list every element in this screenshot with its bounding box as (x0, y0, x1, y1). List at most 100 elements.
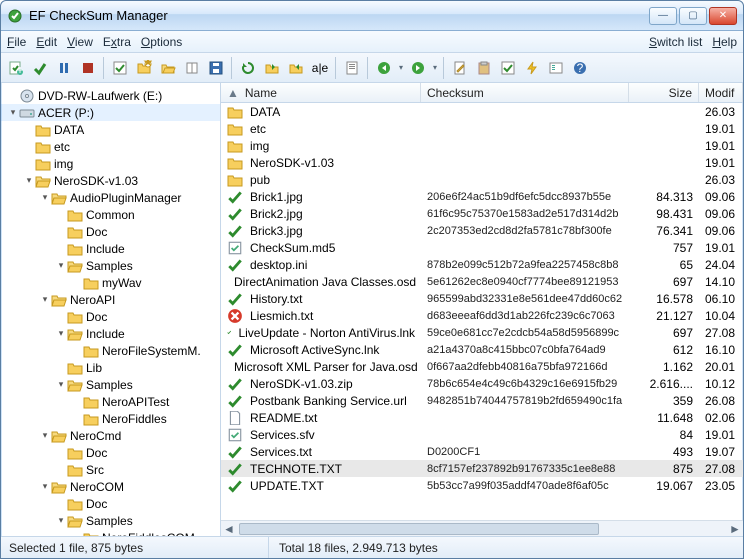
folder-tree[interactable]: DVD-RW-Laufwerk (E:)▾ACER (P:)DATAetcimg… (1, 83, 221, 536)
file-row[interactable]: DATA26.03 (221, 103, 743, 120)
tree-item[interactable]: ▾NeroCmd (1, 427, 220, 444)
tree-item[interactable]: ▾Samples (1, 512, 220, 529)
col-header-name[interactable]: ▲ Name (221, 83, 421, 102)
col-header-checksum[interactable]: Checksum (421, 83, 629, 102)
toolbar-verify-button[interactable] (29, 57, 51, 79)
tree-twisty-icon[interactable]: ▾ (39, 481, 51, 492)
file-row[interactable]: Microsoft ActiveSync.lnka21a4370a8c415bb… (221, 341, 743, 358)
file-row[interactable]: Services.sfv8419.01 (221, 426, 743, 443)
toolbar-new-checksum-button[interactable]: + (5, 57, 27, 79)
toolbar-reload-button[interactable] (237, 57, 259, 79)
file-row[interactable]: NeroSDK-v1.03.zip78b6c654e4c49c6b4329c16… (221, 375, 743, 392)
tree-item[interactable]: ▾NeroSDK-v1.03 (1, 172, 220, 189)
tree-item[interactable]: ▾NeroAPI (1, 291, 220, 308)
toolbar-bolt-button[interactable] (521, 57, 543, 79)
menu-help[interactable]: Help (712, 35, 737, 49)
toolbar-props-button[interactable] (341, 57, 363, 79)
tree-item[interactable]: ▾Samples (1, 257, 220, 274)
tree-twisty-icon[interactable]: ▾ (39, 430, 51, 441)
forward-dd-icon[interactable]: ▾ (431, 57, 439, 79)
tree-item[interactable]: Common (1, 206, 220, 223)
file-row[interactable]: LiveUpdate - Norton AntiVirus.lnk59ce0e6… (221, 324, 743, 341)
file-row[interactable]: Brick2.jpg61f6c95c75370e1583ad2e517d314d… (221, 205, 743, 222)
tree-item[interactable]: Doc (1, 444, 220, 461)
menu-switch-list[interactable]: Switch list (649, 35, 702, 49)
scroll-right-icon[interactable]: ► (727, 521, 743, 537)
toolbar-open-button[interactable] (157, 57, 179, 79)
toolbar-back-button[interactable] (373, 57, 395, 79)
tree-item[interactable]: etc (1, 138, 220, 155)
tree-twisty-icon[interactable]: ▾ (55, 379, 67, 390)
tree-twisty-icon[interactable]: ▾ (7, 107, 19, 118)
toolbar-pause-button[interactable] (53, 57, 75, 79)
tree-item[interactable]: ▾AudioPluginManager (1, 189, 220, 206)
close-button[interactable]: ✕ (709, 7, 737, 25)
file-row[interactable]: README.txt11.64802.06 (221, 409, 743, 426)
file-row[interactable]: Services.txtD0200CF149319.07 (221, 443, 743, 460)
tree-twisty-icon[interactable]: ▾ (39, 294, 51, 305)
tree-item[interactable]: ▾ACER (P:) (1, 104, 220, 121)
file-row[interactable]: Liesmich.txtd683eeeaf6dd3d1ab226fc239c6c… (221, 307, 743, 324)
toolbar-book-button[interactable] (181, 57, 203, 79)
tree-twisty-icon[interactable]: ▾ (55, 260, 67, 271)
tree-item[interactable]: ▾Samples (1, 376, 220, 393)
file-row[interactable]: CheckSum.md575719.01 (221, 239, 743, 256)
toolbar-export-button[interactable] (261, 57, 283, 79)
maximize-button[interactable]: ▢ (679, 7, 707, 25)
tree-item[interactable]: Doc (1, 495, 220, 512)
file-row[interactable]: NeroSDK-v1.0319.01 (221, 154, 743, 171)
tree-item[interactable]: NeroFiddles (1, 410, 220, 427)
tree-twisty-icon[interactable]: ▾ (23, 175, 35, 186)
tree-item[interactable]: ▾Include (1, 325, 220, 342)
file-list[interactable]: DATA26.03etc19.01img19.01NeroSDK-v1.0319… (221, 103, 743, 520)
file-row[interactable]: pub26.03 (221, 171, 743, 188)
tree-item[interactable]: DVD-RW-Laufwerk (E:) (1, 87, 220, 104)
toolbar-options-button[interactable] (545, 57, 567, 79)
tree-item[interactable]: NeroFiddlesCOM (1, 529, 220, 536)
menu-extra[interactable]: Extra (103, 35, 131, 49)
file-row[interactable]: img19.01 (221, 137, 743, 154)
file-row[interactable]: Brick3.jpg2c207353ed2cd8d2fa5781c78bf300… (221, 222, 743, 239)
menu-file[interactable]: File (7, 35, 26, 49)
toolbar-edit-button[interactable] (449, 57, 471, 79)
file-row[interactable]: UPDATE.TXT5b53cc7a99f035addf470ade8f6af0… (221, 477, 743, 494)
tree-item[interactable]: DATA (1, 121, 220, 138)
tree-twisty-icon[interactable]: ▾ (39, 192, 51, 203)
list-scroll-thumb[interactable] (239, 523, 599, 535)
tree-item[interactable]: Lib (1, 359, 220, 376)
file-row[interactable]: etc19.01 (221, 120, 743, 137)
menu-view[interactable]: View (67, 35, 93, 49)
toolbar-check-button[interactable] (497, 57, 519, 79)
list-hscroll[interactable]: ◄ ► (221, 520, 743, 536)
file-row[interactable]: Brick1.jpg206e6f24ac51b9df6efc5dcc8937b5… (221, 188, 743, 205)
tree-item[interactable]: Doc (1, 308, 220, 325)
file-row[interactable]: Postbank Banking Service.url9482851b7404… (221, 392, 743, 409)
file-row[interactable]: TECHNOTE.TXT8cf7157ef237892b91767335c1ee… (221, 460, 743, 477)
file-row[interactable]: desktop.ini878b2e099c512b72a9fea2257458c… (221, 256, 743, 273)
toolbar-save-button[interactable] (205, 57, 227, 79)
toolbar-help-button[interactable]: ? (569, 57, 591, 79)
col-header-size[interactable]: Size (629, 83, 699, 102)
tree-item[interactable]: Include (1, 240, 220, 257)
tree-item[interactable]: NeroAPITest (1, 393, 220, 410)
toolbar-abc-button[interactable]: a|e (309, 57, 331, 79)
toolbar-clipboard-button[interactable] (473, 57, 495, 79)
file-row[interactable]: Microsoft XML Parser for Java.osd0f667aa… (221, 358, 743, 375)
scroll-left-icon[interactable]: ◄ (221, 521, 237, 537)
tree-item[interactable]: NeroFileSystemM. (1, 342, 220, 359)
tree-twisty-icon[interactable]: ▾ (55, 328, 67, 339)
toolbar-new-folder-button[interactable]: ★ (133, 57, 155, 79)
file-row[interactable]: History.txt965599abd32331e8e561dee47dd60… (221, 290, 743, 307)
back-dd-icon[interactable]: ▾ (397, 57, 405, 79)
tree-item[interactable]: img (1, 155, 220, 172)
tree-item[interactable]: Src (1, 461, 220, 478)
toolbar-verify-all-button[interactable] (109, 57, 131, 79)
tree-item[interactable]: Doc (1, 223, 220, 240)
toolbar-stop-button[interactable] (77, 57, 99, 79)
menu-options[interactable]: Options (141, 35, 182, 49)
menu-edit[interactable]: Edit (36, 35, 57, 49)
tree-item[interactable]: myWav (1, 274, 220, 291)
col-header-modif[interactable]: Modif (699, 83, 743, 102)
tree-twisty-icon[interactable]: ▾ (55, 515, 67, 526)
toolbar-import-button[interactable] (285, 57, 307, 79)
